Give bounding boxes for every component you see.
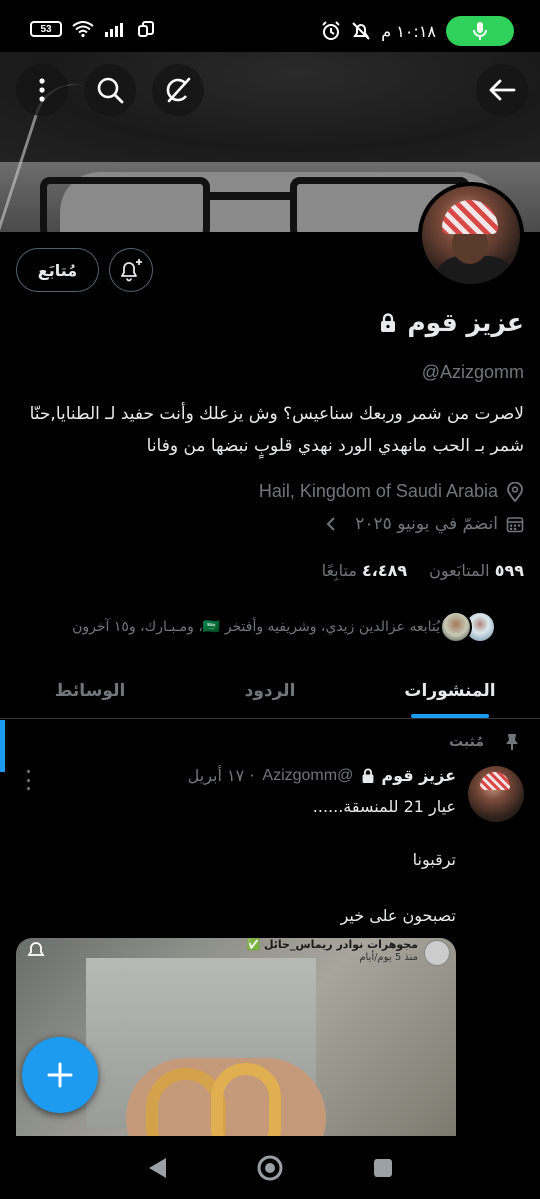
tab-media[interactable]: الوسائط [0,664,180,718]
following-button[interactable]: مُتابَع [16,248,99,292]
grok-icon [166,77,191,103]
avatar-shemagh [480,772,510,790]
media-caption-line: مجوهرات نوادر ريماس_حائل ✅ [246,938,418,951]
profile-avatar[interactable] [418,182,524,288]
following-stat[interactable]: ٤،٤٨٩ متابِعًا [322,561,408,580]
more-vertical-icon [39,78,45,102]
grok-button[interactable] [152,64,204,116]
joined-text: انضمّ في يونيو ٢٠٢٥ [355,514,498,534]
search-icon [97,77,124,104]
bell-plus-icon [121,259,142,282]
status-bar: 53 ١٠:١٨ م [0,0,540,52]
pinned-label-row: مُثبت [449,733,520,751]
followed-by-text: يُتابعه عزالدين زيدي، وشريفيه وأفتخر 🇸🇦،… [72,619,440,635]
media-caption-line: منذ 5 يوم/أيام [359,952,418,963]
post-avatar[interactable] [468,766,524,822]
bio-line: شمر بـ الحب مانهدي الورد نهدي قلوبٍ نبضه… [146,436,524,456]
following-count: ٤،٤٨٩ [362,561,408,580]
avatar [440,611,472,643]
mute-icon [352,22,370,40]
pin-icon [506,734,518,750]
media-bangle [211,1063,281,1138]
bio-line: لاصرت من شمر وربعك سناعيس؟ وش يزعلك وأنت… [29,404,524,424]
alarm-icon [322,21,340,40]
post-handle: @Azizgomm [262,766,354,784]
post-header: عزيز قوم @Azizgomm · ١٧ أبريل [188,766,456,785]
profile-name-row: عزيز قوم [379,308,524,337]
microphone-icon [473,22,487,40]
followers-stat[interactable]: ٥٩٩ المتابَعون [429,561,524,580]
post-media[interactable]: مجوهرات نوادر ريماس_حائل ✅ منذ 5 يوم/أيا… [16,938,456,1138]
profile-handle: @Azizgomm [421,362,524,382]
post-text-line: عيار 21 للمنسقة...... [312,797,456,816]
post-more-button[interactable] [18,768,38,792]
bell-icon [27,942,45,956]
signal-icon [105,23,123,37]
media-store-avatar [424,940,450,966]
tab-replies[interactable]: الردود [180,664,360,718]
screen-cast-icon [138,21,154,37]
plus-icon [47,1062,73,1088]
profile-name: عزيز قوم [407,308,524,337]
post-text-line: تصبحون على خير [340,906,456,925]
followed-by-avatars [440,611,496,643]
location-text: Hail, Kingdom of Saudi Arabia [258,481,498,501]
battery-icon: 53 [30,21,62,37]
avatar-shemagh [442,200,498,234]
lock-icon [381,312,396,332]
followers-count: ٥٩٩ [494,561,524,580]
post-accent-bar [0,720,5,772]
clock: ١٠:١٨ م [381,21,436,41]
banner-glasses-bridge [205,192,295,200]
followers-label: المتابَعون [429,561,490,580]
tab-posts[interactable]: المنشورات [360,664,540,718]
pinned-label: مُثبت [449,734,484,750]
home-circle-icon[interactable] [256,1154,284,1182]
wifi-icon [72,21,94,37]
recents-square-icon[interactable] [372,1157,394,1179]
dot [26,778,30,782]
profile-tabs: المنشورات الردود الوسائط [0,664,540,719]
post-author[interactable]: عزيز قوم [361,766,456,785]
status-left: 53 [30,20,156,38]
compose-button[interactable] [22,1037,98,1113]
post-date[interactable]: · ١٧ أبريل [188,766,255,785]
lock-icon [362,768,374,783]
search-button[interactable] [84,64,136,116]
arrow-left-icon [489,79,516,101]
dot [26,770,30,773]
chevron-left-icon [326,517,335,531]
profile-location: Hail, Kingdom of Saudi Arabia [259,481,524,502]
notifications-button[interactable] [109,248,153,292]
profile-joined[interactable]: انضمّ في يونيو ٢٠٢٥ [325,514,524,534]
system-nav-bar [0,1136,540,1199]
followed-by-row[interactable]: يُتابعه عزالدين زيدي، وشريفيه وأفتخر 🇸🇦،… [72,611,496,643]
post-author-name: عزيز قوم [381,766,456,785]
back-button[interactable] [476,64,528,116]
mic-indicator[interactable] [446,16,514,46]
back-triangle-icon[interactable] [146,1156,168,1180]
status-right: ١٠:١٨ م [321,16,514,46]
calendar-icon [506,517,524,533]
following-label: متابِعًا [321,561,357,580]
media-caption: مجوهرات نوادر ريماس_حائل ✅ منذ 5 يوم/أيا… [246,938,418,964]
dot [26,787,30,790]
more-options-button[interactable] [16,64,68,116]
post-text-line: ترقبونا [412,850,456,869]
location-pin-icon [507,481,523,502]
profile-bio: لاصرت من شمر وربعك سناعيس؟ وش يزعلك وأنت… [14,398,524,462]
follow-stats: ٥٩٩ المتابَعون ٤،٤٨٩ متابِعًا [322,561,524,580]
